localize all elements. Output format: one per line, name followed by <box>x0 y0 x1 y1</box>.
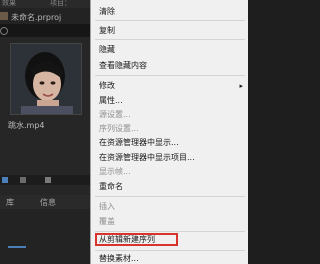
tab-info[interactable]: 信息 <box>40 197 56 208</box>
tab-library[interactable]: 库 <box>6 197 14 208</box>
menu-separator <box>95 39 245 40</box>
menu-item-insert: 插入 <box>99 202 115 211</box>
menu-item-clear[interactable]: 清除 <box>99 7 115 17</box>
menu-item-sequence-settings: 序列设置... <box>99 124 139 133</box>
panel-bottom-bar <box>0 175 90 185</box>
highlight-box <box>95 233 178 246</box>
menu-item-overwrite: 覆盖 <box>99 217 115 226</box>
menu-item-hide[interactable]: 隐藏 <box>99 45 115 55</box>
tab-project[interactable]: 项目： <box>50 0 71 7</box>
menu-item-reveal-project-in-explorer[interactable]: 在资源管理器中显示项目... <box>99 153 195 163</box>
menu-item-view-hidden[interactable]: 查看隐藏内容 <box>99 61 147 71</box>
clip-thumbnail[interactable] <box>10 43 82 115</box>
lower-tab-bar: 库 信息 <box>0 195 90 209</box>
menu-separator <box>95 20 245 21</box>
menu-item-copy[interactable]: 复制 <box>99 26 115 36</box>
menu-item-modify[interactable]: 修改 ▸ <box>99 81 249 91</box>
menu-item-rename[interactable]: 重命名 <box>99 182 123 192</box>
icon-view-icon[interactable] <box>20 177 26 183</box>
menu-separator <box>95 250 245 251</box>
submenu-arrow-icon: ▸ <box>239 82 243 90</box>
menu-item-reveal-in-explorer[interactable]: 在资源管理器中显示... <box>99 138 179 148</box>
clip-thumbnail-image <box>11 44 81 114</box>
menu-separator <box>95 196 245 197</box>
project-icon <box>0 12 8 20</box>
context-menu: 清除 复制 隐藏 查看隐藏内容 修改 ▸ 属性... 源设置... 序列设置..… <box>90 0 248 264</box>
zoom-slider[interactable] <box>45 177 51 183</box>
tab-effects[interactable]: 效果 <box>2 0 16 7</box>
menu-item-replace-footage[interactable]: 替换素材... <box>99 254 139 264</box>
menu-separator <box>95 75 245 76</box>
search-icon <box>0 27 8 35</box>
lower-panel <box>0 209 90 264</box>
menu-item-source-settings: 源设置... <box>99 110 131 119</box>
menu-item-show-frame: 显示帧... <box>99 167 131 176</box>
list-view-icon[interactable] <box>2 177 8 183</box>
active-tab-indicator <box>8 246 26 248</box>
search-input[interactable] <box>0 24 90 37</box>
clip-name: 跳水.mp4 <box>8 121 45 130</box>
menu-item-modify-label: 修改 <box>99 81 115 90</box>
menu-item-properties[interactable]: 属性... <box>99 96 123 106</box>
project-name: 未命名.prproj <box>11 13 62 22</box>
menu-separator <box>95 231 245 232</box>
